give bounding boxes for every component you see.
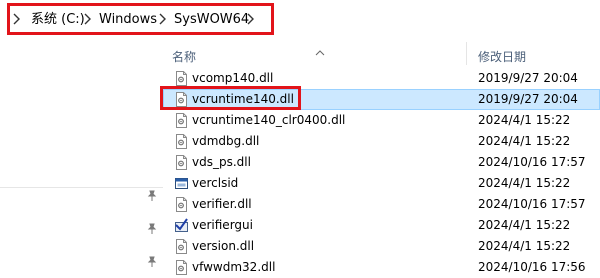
file-date: 2024/4/1 15:22 — [478, 239, 571, 253]
column-header-date-modified[interactable]: 修改日期 — [478, 48, 526, 65]
file-date: 2024/4/1 15:22 — [478, 176, 571, 190]
file-name: version.dll — [192, 239, 255, 253]
divider — [0, 187, 163, 188]
file-date: 2024/4/1 15:22 — [478, 113, 571, 127]
pin-icon[interactable] — [146, 220, 158, 234]
file-name: vfwwdm32.dll — [192, 260, 276, 274]
file-row[interactable]: vcruntime140_clr0400.dll 2024/4/1 15:22 — [163, 110, 600, 131]
file-name: vcruntime140_clr0400.dll — [192, 113, 346, 127]
file-row[interactable]: vds_ps.dll 2024/10/16 17:57 — [163, 152, 600, 173]
dll-file-icon — [175, 134, 188, 149]
column-header-row — [163, 40, 600, 67]
checkmark-app-icon — [175, 218, 188, 233]
file-name: verifier.dll — [192, 197, 252, 211]
pin-icon[interactable] — [146, 187, 158, 201]
dll-file-icon — [175, 155, 188, 170]
column-header-name[interactable]: 名称 — [172, 48, 196, 65]
file-row[interactable]: verclsid 2024/4/1 15:22 — [163, 173, 600, 194]
file-row[interactable]: verifiergui 2024/4/1 15:22 — [163, 215, 600, 236]
file-date: 2019/9/27 20:04 — [478, 92, 578, 106]
dll-file-icon — [175, 197, 188, 212]
file-name: verclsid — [192, 176, 239, 190]
pin-icon[interactable] — [146, 253, 158, 267]
file-name: vdmdbg.dll — [192, 134, 260, 148]
file-row[interactable]: version.dll 2024/4/1 15:22 — [163, 236, 600, 257]
file-date: 2024/4/1 15:22 — [478, 134, 571, 148]
sort-ascending-icon — [314, 42, 326, 56]
file-date: 2024/10/16 17:57 — [478, 197, 586, 211]
file-date: 2024/10/16 17:56 — [478, 260, 586, 274]
application-icon — [175, 176, 188, 191]
file-date: 2019/9/27 20:04 — [478, 71, 578, 85]
dll-file-icon — [175, 239, 188, 254]
file-row[interactable]: verifier.dll 2024/10/16 17:57 — [163, 194, 600, 215]
dll-file-icon — [175, 113, 188, 128]
file-date: 2024/10/16 17:57 — [478, 155, 586, 169]
column-divider[interactable] — [466, 42, 467, 65]
file-row[interactable]: vfwwdm32.dll 2024/10/16 17:56 — [163, 257, 600, 278]
file-name: verifiergui — [192, 218, 253, 232]
dll-file-icon — [175, 71, 188, 86]
file-name: vds_ps.dll — [192, 155, 251, 169]
annotation-highlight-box — [7, 3, 274, 35]
address-bar[interactable]: 系统 (C:) Windows SysWOW64 — [0, 0, 600, 40]
annotation-highlight-box — [160, 86, 301, 110]
file-row[interactable]: vdmdbg.dll 2024/4/1 15:22 — [163, 131, 600, 152]
file-name: vcomp140.dll — [192, 71, 274, 85]
dll-file-icon — [175, 260, 188, 275]
file-date: 2024/4/1 15:22 — [478, 218, 571, 232]
navigation-pane[interactable] — [0, 40, 163, 277]
